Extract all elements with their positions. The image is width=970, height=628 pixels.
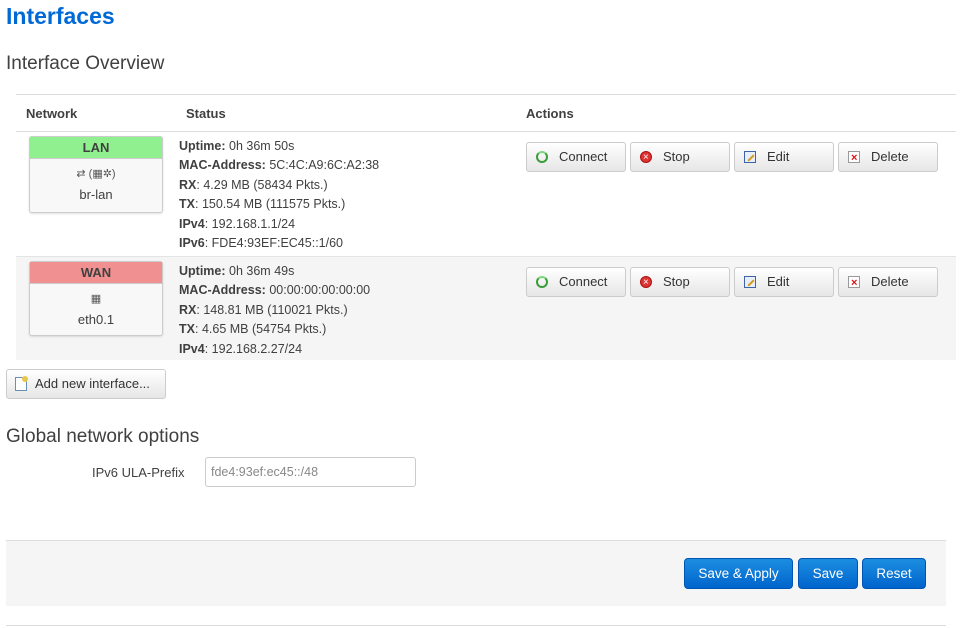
- header-network: Network: [26, 106, 78, 121]
- network-device-lan: br-lan: [79, 187, 113, 202]
- tx-label: TX: [179, 197, 195, 212]
- uptime-label: Uptime: [179, 264, 222, 278]
- interface-row-lan: LAN ⇄ (▦✲) br-lan Uptime: 0h 36m 50s MAC…: [16, 132, 956, 256]
- rx-label: RX: [179, 302, 197, 317]
- delete-icon: [848, 269, 860, 297]
- delete-label: Delete: [871, 274, 909, 289]
- network-device-wan: eth0.1: [77, 312, 115, 327]
- stop-label: Stop: [663, 274, 690, 289]
- header-actions: Actions: [526, 106, 574, 121]
- delete-label: Delete: [871, 149, 909, 164]
- page-title: Interfaces: [6, 3, 115, 29]
- tx-label: TX: [179, 322, 195, 337]
- rx-value: 148.81 MB (110021 Pkts.): [203, 302, 348, 317]
- tx-value: 4.65 MB (54754 Pkts.): [201, 322, 327, 337]
- global-options-title: Global network options: [6, 426, 200, 447]
- status-wan: Uptime: 0h 36m 49s MAC-Address: 00:00:00…: [179, 264, 371, 356]
- edit-icon: [744, 276, 756, 288]
- network-badge-lan[interactable]: LAN ⇄ (▦✲) br-lan: [29, 136, 163, 213]
- stop-label: Stop: [663, 149, 690, 164]
- edit-button-lan[interactable]: Edit: [734, 142, 834, 172]
- mac-value: 00:00:00:00:00:00: [269, 283, 371, 298]
- header-status: Status: [186, 106, 226, 121]
- reset-button[interactable]: Reset: [862, 558, 926, 589]
- connect-button-wan[interactable]: Connect: [526, 267, 626, 297]
- interface-row-wan: WAN ▦ eth0.1 Uptime: 0h 36m 49s MAC-Addr…: [16, 256, 956, 360]
- uptime-value: 0h 36m 50s: [229, 139, 295, 153]
- network-name-lan: LAN: [30, 137, 162, 159]
- network-name-wan: WAN: [30, 262, 162, 284]
- add-interface-label: Add new interface...: [35, 376, 150, 391]
- ethernet-port-icon: ▦: [90, 293, 102, 305]
- status-lan: Uptime: 0h 36m 50s MAC-Address: 5C:4C:A9…: [179, 139, 380, 251]
- delete-button-lan[interactable]: Delete: [838, 142, 938, 172]
- uptime-value: 0h 36m 49s: [229, 264, 295, 278]
- save-apply-button[interactable]: Save & Apply: [684, 558, 793, 589]
- interface-overview-title: Interface Overview: [6, 53, 165, 74]
- mac-label: MAC-Address: [179, 283, 262, 298]
- delete-icon: [848, 144, 860, 172]
- action-bar: Save & Apply Save Reset: [6, 540, 946, 606]
- stop-button-wan[interactable]: Stop: [630, 267, 730, 297]
- mac-value: 5C:4C:A9:6C:A2:38: [269, 158, 380, 173]
- reload-icon: [536, 151, 548, 163]
- ipv6-label: IPv6: [179, 236, 205, 251]
- rx-value: 4.29 MB (58434 Pkts.): [203, 177, 328, 192]
- network-badge-wan[interactable]: WAN ▦ eth0.1: [29, 261, 163, 336]
- rx-label: RX: [179, 177, 197, 192]
- edit-button-wan[interactable]: Edit: [734, 267, 834, 297]
- table-header: Network Status Actions: [16, 94, 956, 132]
- connect-button-lan[interactable]: Connect: [526, 142, 626, 172]
- ipv4-value: 192.168.1.1/24: [211, 216, 296, 231]
- stop-button-lan[interactable]: Stop: [630, 142, 730, 172]
- uptime-label: Uptime: [179, 139, 222, 153]
- interface-table: Network Status Actions LAN ⇄ (▦✲) br-lan…: [16, 94, 956, 360]
- reload-icon: [536, 276, 548, 288]
- connect-label: Connect: [559, 274, 608, 289]
- add-interface-button[interactable]: Add new interface...: [6, 369, 166, 399]
- edit-icon: [744, 151, 756, 163]
- mac-label: MAC-Address: [179, 158, 262, 173]
- tx-value: 150.54 MB (111575 Pkts.): [201, 197, 346, 212]
- stop-icon: [640, 144, 652, 172]
- stop-icon: [640, 269, 652, 297]
- edit-label: Edit: [767, 149, 790, 164]
- delete-button-wan[interactable]: Delete: [838, 267, 938, 297]
- connect-label: Connect: [559, 149, 608, 164]
- ipv4-label: IPv4: [179, 341, 205, 356]
- ipv4-label: IPv4: [179, 216, 205, 231]
- interface-devices-icon: ⇄ (▦✲): [76, 168, 116, 180]
- ula-prefix-input[interactable]: [205, 457, 416, 487]
- ipv4-value: 192.168.2.27/24: [211, 341, 303, 356]
- divider: [6, 625, 946, 626]
- ipv6-value: FDE4:93EF:EC45::1/60: [211, 236, 343, 251]
- new-document-icon: [15, 376, 28, 391]
- edit-label: Edit: [767, 274, 790, 289]
- save-button[interactable]: Save: [798, 558, 858, 589]
- ula-prefix-label: IPv6 ULA-Prefix: [92, 465, 185, 480]
